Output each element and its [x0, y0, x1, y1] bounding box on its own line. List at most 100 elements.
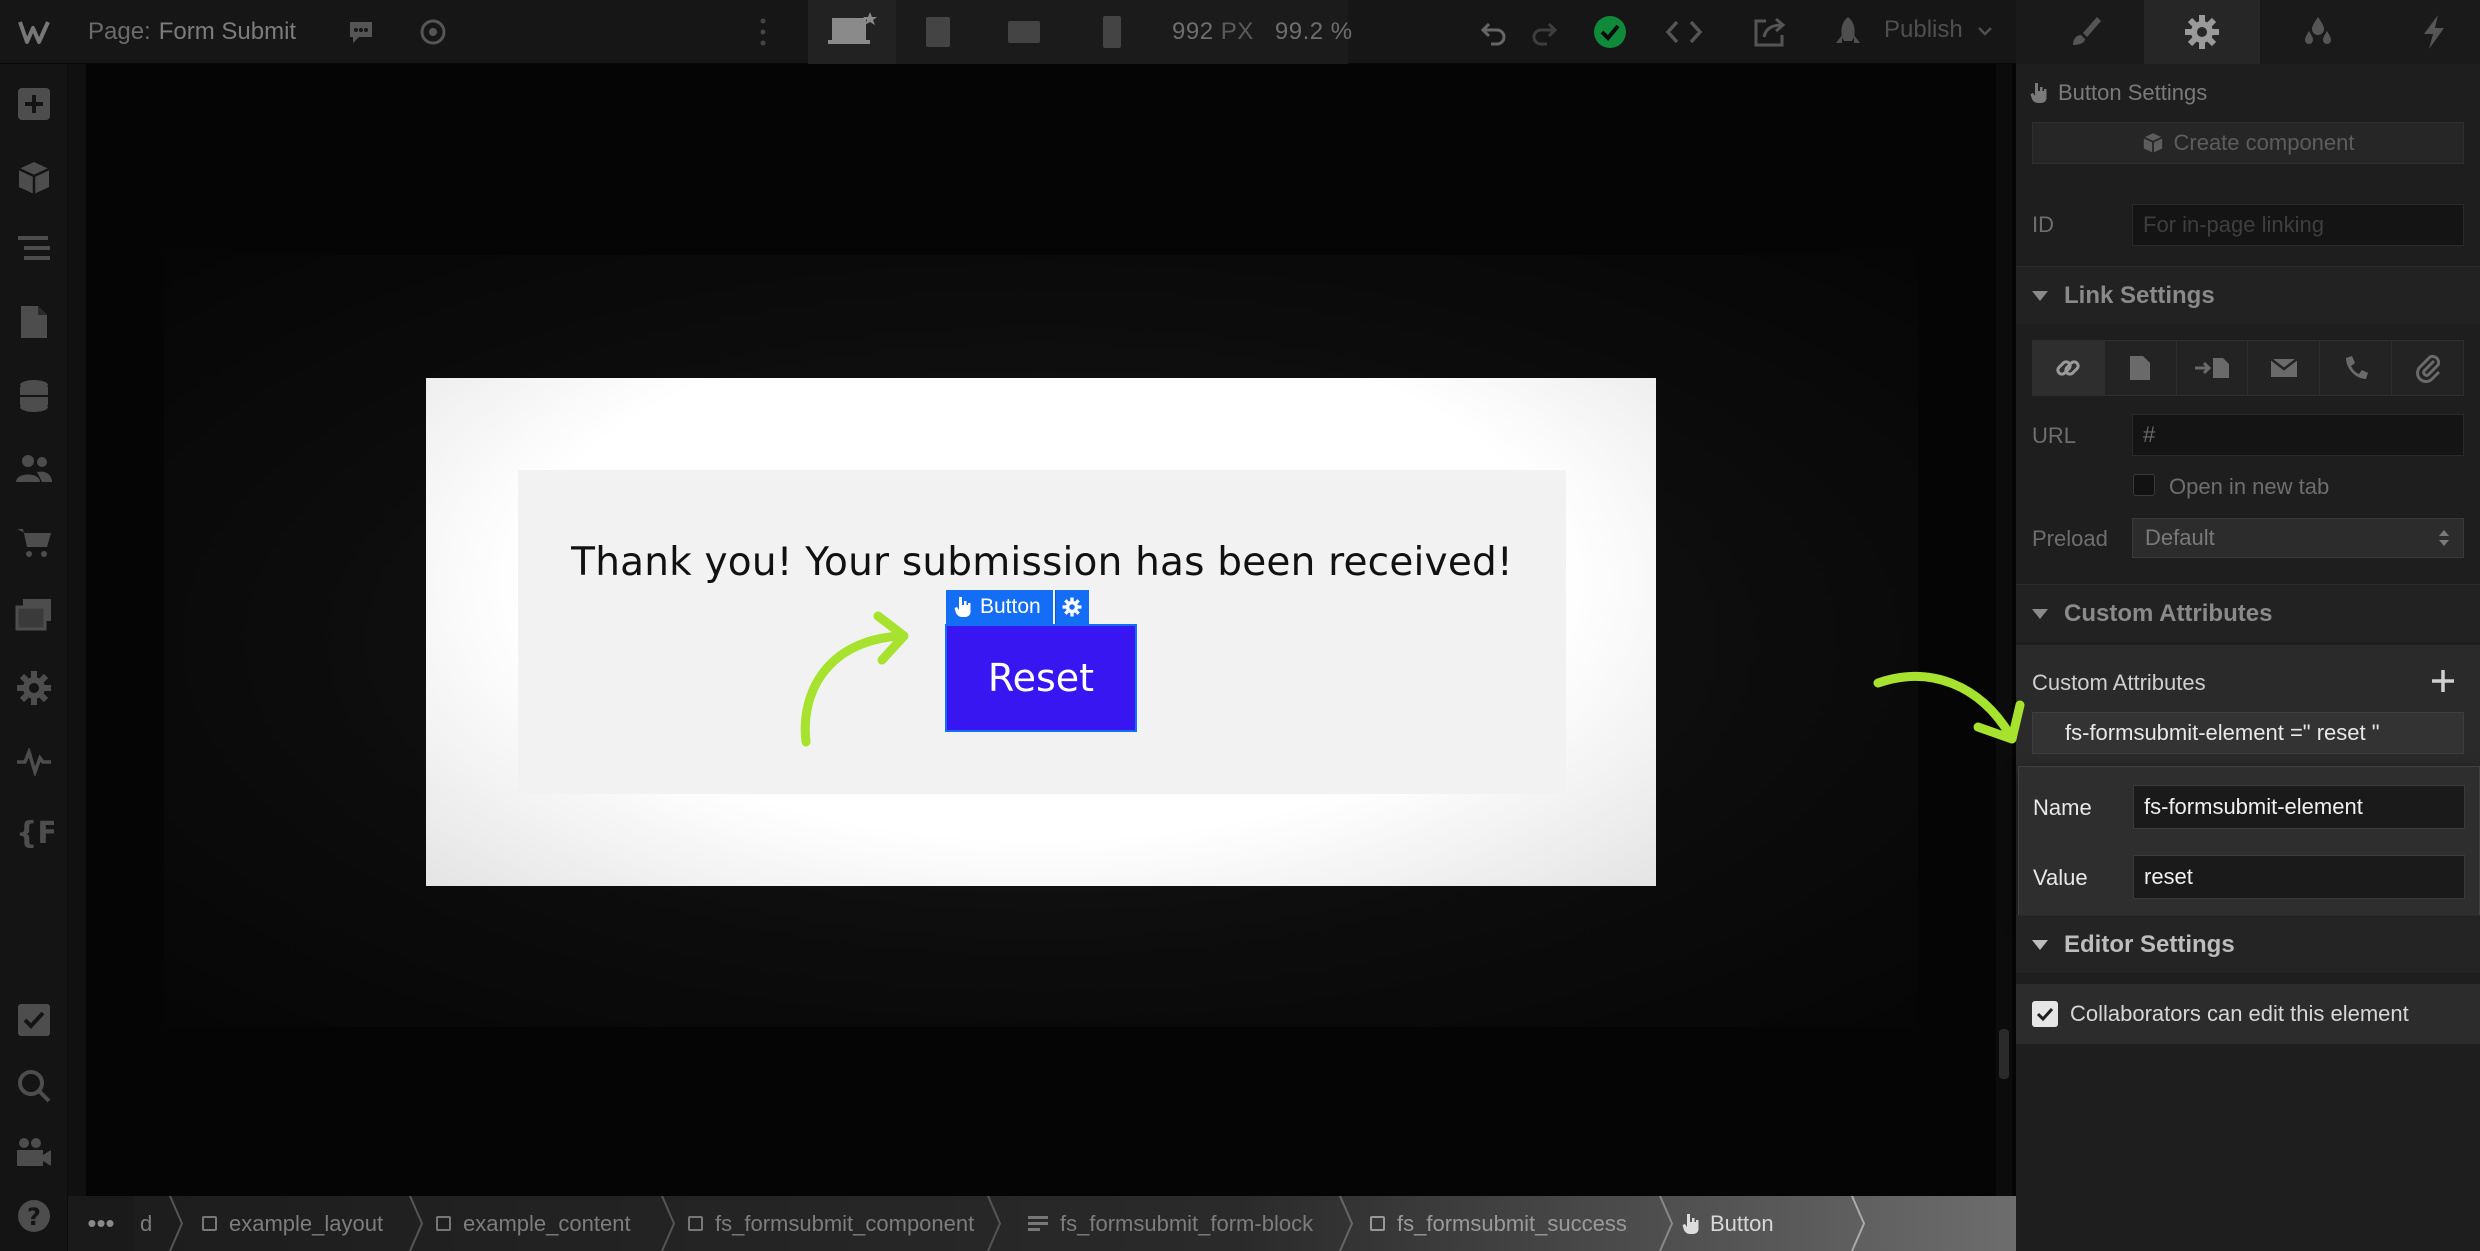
redo-icon[interactable] — [1526, 16, 1562, 48]
annotation-arrow-panel — [1873, 672, 2025, 744]
breadcrumb-separator — [409, 1196, 424, 1251]
breakpoint-tablet-icon[interactable] — [918, 14, 958, 50]
create-component-label: Create component — [2173, 130, 2355, 155]
phone-icon[interactable] — [2320, 341, 2393, 395]
cms-icon[interactable] — [12, 374, 56, 418]
success-message[interactable]: Thank you! Your submission has been rece… — [518, 540, 1566, 585]
variables-icon[interactable]: {F — [12, 810, 56, 854]
url-input[interactable]: # — [2132, 414, 2464, 456]
selected-element-tag[interactable]: Button — [946, 590, 1089, 624]
breadcrumb: ••• d example_layout example_content fs_… — [68, 1196, 2016, 1251]
id-label: ID — [2032, 212, 2054, 237]
interactions-drops-icon[interactable] — [2260, 0, 2376, 64]
webflow-logo-icon[interactable] — [14, 10, 58, 54]
breadcrumb-item[interactable]: fs_formsubmit_form-block — [1028, 1196, 1313, 1251]
checklist-icon[interactable] — [12, 998, 56, 1042]
pages-icon[interactable] — [12, 300, 56, 344]
hand-pointer-icon — [954, 597, 971, 617]
open-new-tab-label: Open in new tab — [2169, 474, 2330, 499]
page-prefix: Page: — [88, 18, 151, 45]
element-settings-gear-icon[interactable] — [1054, 590, 1089, 624]
more-vertical-icon[interactable] — [756, 14, 770, 50]
breakpoint-desktop-base[interactable] — [808, 0, 896, 64]
link-type-selector — [2032, 340, 2464, 396]
lightning-icon[interactable] — [2376, 0, 2480, 64]
breadcrumb-label: example_layout — [229, 1210, 384, 1236]
publish-button[interactable]: Publish — [1884, 16, 1993, 44]
viewport-readout[interactable]: 992 PX 99.2 % — [1172, 18, 1353, 46]
breadcrumb-more-button[interactable]: ••• — [68, 1196, 134, 1251]
breadcrumb-label: Button — [1710, 1210, 1774, 1236]
page-selector[interactable]: Page: Form Submit — [88, 18, 296, 46]
add-attribute-icon[interactable] — [2430, 664, 2456, 703]
breakpoint-landscape-icon[interactable] — [1004, 14, 1044, 50]
video-icon[interactable] — [12, 1130, 56, 1174]
components-icon[interactable] — [12, 156, 56, 200]
panel-tabs — [2016, 0, 2480, 64]
audit-icon[interactable] — [12, 740, 56, 784]
reset-button[interactable]: Reset — [945, 624, 1137, 732]
editor-settings-section[interactable]: Editor Settings — [2016, 915, 2480, 973]
comments-icon[interactable] — [344, 16, 378, 48]
breadcrumb-item[interactable]: fs_formsubmit_component — [688, 1196, 974, 1251]
export-icon[interactable] — [1750, 14, 1790, 50]
create-component-button[interactable]: Create component — [2032, 122, 2464, 164]
url-link-icon[interactable] — [2033, 341, 2105, 395]
breadcrumb-item-current[interactable]: Button — [1682, 1196, 1774, 1251]
preload-select[interactable]: Default — [2132, 518, 2464, 558]
attribute-name-input[interactable]: fs-formsubmit-element — [2133, 785, 2465, 829]
add-icon[interactable] — [12, 82, 56, 126]
link-settings-section[interactable]: Link Settings — [2016, 266, 2480, 324]
open-new-tab-checkbox[interactable] — [2133, 474, 2155, 496]
undo-icon[interactable] — [1476, 16, 1512, 48]
annotation-arrow-canvas — [800, 611, 909, 747]
collaborators-checkbox[interactable] — [2032, 1001, 2058, 1027]
settings-icon[interactable] — [12, 666, 56, 710]
id-input[interactable]: For in-page linking — [2132, 204, 2464, 246]
users-icon[interactable] — [12, 446, 56, 490]
breadcrumb-label: example_content — [463, 1210, 631, 1236]
left-toolbar: {F ? — [0, 64, 68, 1251]
breadcrumb-separator — [1339, 1196, 1354, 1251]
email-icon[interactable] — [2248, 341, 2321, 395]
top-bar: Page: Form Submit 992 PX 99.2 % Publish — [0, 0, 2480, 64]
scroll-thumb[interactable] — [1999, 1029, 2009, 1079]
page-name: Form Submit — [158, 18, 297, 45]
breadcrumb-separator — [661, 1196, 676, 1251]
breadcrumb-separator — [987, 1196, 1002, 1251]
viewport-unit: PX — [1220, 18, 1254, 45]
custom-attributes-section[interactable]: Custom Attributes — [2016, 584, 2480, 642]
canvas-scrollbar[interactable] — [1996, 64, 2012, 1196]
status-check-icon[interactable] — [1592, 14, 1628, 50]
attribute-list-item[interactable]: fs-formsubmit-element =" reset " — [2032, 712, 2464, 754]
help-icon[interactable]: ? — [12, 1194, 56, 1238]
element-tag-label-box[interactable]: Button — [946, 590, 1053, 624]
preview-eye-icon[interactable] — [416, 16, 450, 48]
style-brush-icon[interactable] — [2028, 0, 2144, 64]
breadcrumb-item[interactable]: fs_formsubmit_success — [1370, 1196, 1627, 1251]
assets-icon[interactable] — [12, 592, 56, 636]
breadcrumb-separator — [169, 1196, 184, 1251]
zoom-level: 99.2 — [1274, 18, 1324, 45]
settings-gear-icon[interactable] — [2144, 0, 2260, 64]
breakpoint-mobile-icon[interactable] — [1092, 14, 1132, 50]
search-icon[interactable] — [12, 1064, 56, 1108]
breadcrumb-item[interactable]: example_content — [436, 1196, 631, 1251]
code-icon[interactable] — [1664, 16, 1704, 48]
page-icon[interactable] — [2105, 341, 2177, 395]
navigator-icon[interactable] — [12, 226, 56, 270]
breadcrumb-item[interactable]: example_layout — [202, 1196, 383, 1251]
select-arrows-icon — [2439, 530, 2449, 546]
breadcrumb-label: fs_formsubmit_success — [1397, 1210, 1627, 1236]
breadcrumb-item[interactable]: d — [140, 1196, 152, 1251]
publish-rocket-icon[interactable] — [1830, 14, 1866, 50]
zoom-unit: % — [1330, 18, 1353, 45]
ecommerce-icon[interactable] — [12, 520, 56, 564]
section-icon[interactable] — [2177, 341, 2249, 395]
attribute-value-input[interactable]: reset — [2133, 855, 2465, 899]
viewport-width: 992 — [1172, 18, 1214, 45]
file-attachment-icon[interactable] — [2392, 341, 2463, 395]
svg-text:?: ? — [27, 1203, 41, 1231]
hand-pointer-icon — [2030, 83, 2047, 103]
collaborators-option[interactable]: Collaborators can edit this element — [2016, 984, 2480, 1044]
